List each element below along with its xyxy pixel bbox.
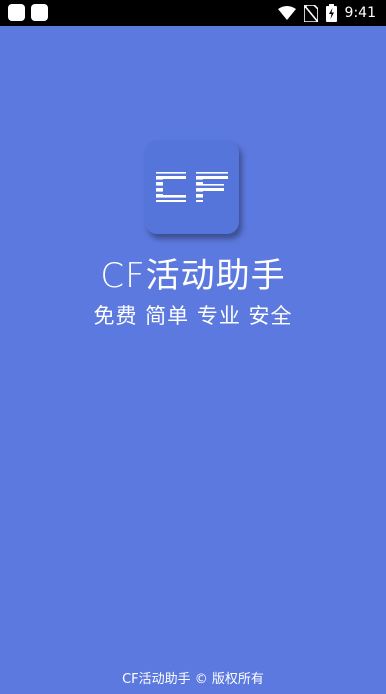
copyright-text: CF活动助手 © 版权所有 <box>122 672 264 687</box>
notification-icon <box>8 4 25 21</box>
status-time: 9:41 <box>344 5 376 21</box>
cf-logo-icon <box>156 172 228 202</box>
app-logo <box>145 140 239 234</box>
no-sim-icon <box>303 4 318 22</box>
system-status-area: 9:41 <box>277 3 376 23</box>
status-bar: 9:41 <box>0 0 386 26</box>
battery-charging-icon <box>325 4 337 22</box>
notification-icon <box>31 4 48 21</box>
notification-area <box>8 4 48 21</box>
wifi-icon <box>277 6 296 20</box>
app-slogan: 免费 简单 专业 安全 <box>93 304 293 328</box>
app-name: CF活动助手 <box>100 256 286 296</box>
